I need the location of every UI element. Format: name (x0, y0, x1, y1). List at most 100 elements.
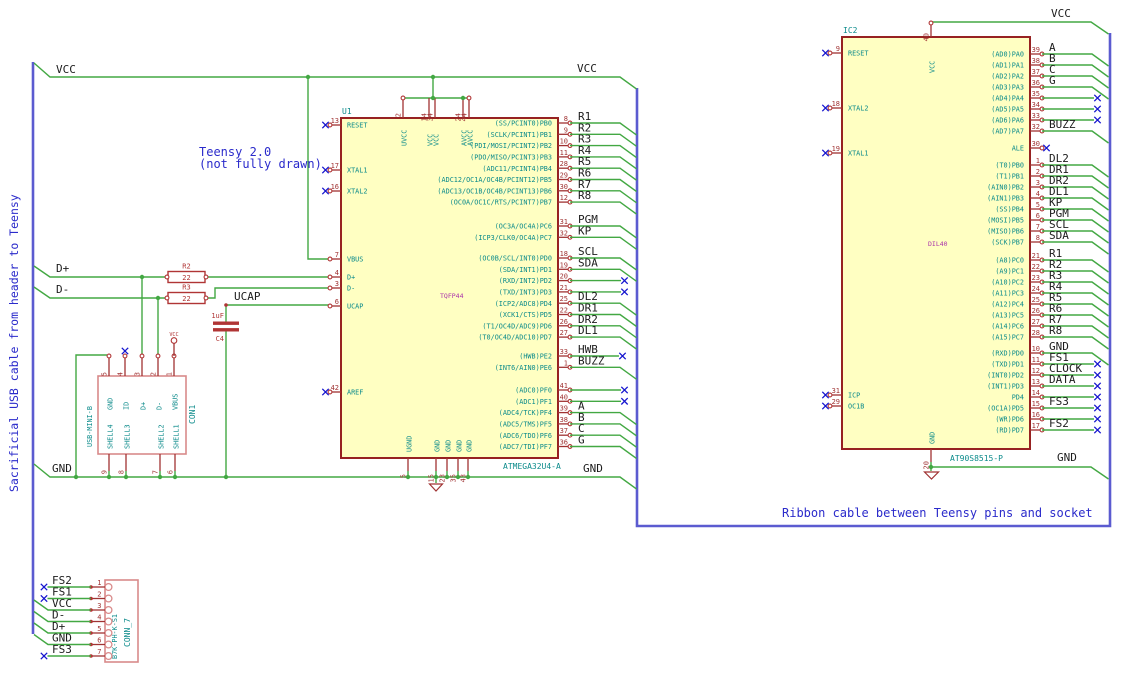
pin-name: (MISO)PB6 (987, 228, 1024, 236)
pin-name: (OC0B/SCL/INT0)PD0 (478, 255, 552, 263)
pin-number: 26 (560, 318, 568, 326)
pin-name: (A12)PC4 (991, 301, 1024, 309)
pin-name: (INT1)PD3 (987, 383, 1024, 391)
pin-number: 19 (560, 261, 568, 269)
pin-number: 7 (152, 470, 160, 474)
pin-number: 44 (461, 113, 469, 121)
pin-name: ALE (1012, 145, 1024, 153)
junction-dot (106, 474, 112, 480)
net-label: BUZZ (578, 354, 605, 367)
pin-number: 17 (1032, 422, 1040, 430)
pin-name: UVCC (401, 130, 409, 146)
pin-socket (104, 594, 113, 603)
pin-socket (104, 582, 113, 592)
pin-name: (OC0A/OC1C/RTS/PCINT7)PB7 (450, 199, 552, 207)
terminal-dot (139, 353, 145, 359)
pin-number: 29 (832, 398, 840, 406)
net-label: SDA (578, 256, 598, 269)
pin-name: SHELL2 (158, 424, 166, 449)
pin-name: (T0)PB0 (995, 162, 1024, 170)
c4-capacitor-plate (213, 328, 239, 332)
junction-dot (172, 474, 178, 480)
net-label: FS3 (52, 643, 72, 656)
pin-name: RESET (848, 50, 868, 58)
terminal-dot (155, 353, 161, 359)
net-label-vcc_right: VCC (577, 62, 597, 75)
pin-number: 9 (836, 45, 840, 53)
pin-name: (XCK1/CTS)PD5 (499, 311, 552, 319)
gnd-symbol (923, 471, 940, 480)
pin-name: XTAL2 (848, 105, 868, 113)
pin-number: 4 (335, 269, 339, 277)
junction-dot (444, 474, 450, 480)
pin-name: (ADC5/TMS)PF5 (499, 421, 552, 429)
pin-name: (INT0)PD2 (987, 372, 1024, 380)
pin-name: SHELL4 (107, 424, 115, 449)
pin-number: 31 (832, 387, 840, 395)
pin-name: AVCC (467, 130, 475, 146)
pin-number: 8 (118, 470, 126, 474)
net-label-vcc_left: VCC (56, 63, 76, 76)
pin-number: 4 (97, 614, 101, 622)
pin-name: VBUS (347, 256, 363, 264)
pin-number: 2 (395, 113, 403, 117)
junction-dot (73, 474, 79, 480)
pin-name: (AD0)PA0 (991, 51, 1024, 59)
net-label-ic2_gnd: GND (1057, 451, 1077, 464)
pin-name: GND (445, 440, 453, 452)
conn7-reference: CONN_7 (123, 618, 132, 647)
net-label: BUZZ (1049, 118, 1076, 131)
pin-number: 33 (1032, 112, 1040, 120)
pin-number: 13 (331, 117, 339, 125)
net-label: FS2 (1049, 417, 1069, 430)
pin-number: 3 (1036, 179, 1040, 187)
pin-name: (HWB)PE2 (519, 353, 552, 361)
pin-number: 14 (1032, 389, 1040, 397)
pin-number: 4 (117, 372, 125, 376)
net-label-ucap: UCAP (234, 290, 261, 303)
pin-number: 23 (1032, 274, 1040, 282)
u1-reference: U1 (342, 107, 352, 116)
pin-name: (RXD)PD0 (991, 350, 1024, 358)
pin-name: (SCLK/PCINT1)PB1 (487, 131, 552, 139)
pin-name: (ICP2/ADC8)PD4 (495, 300, 552, 308)
pin-name: (SS)PB4 (995, 206, 1024, 214)
pin-number: 37 (560, 427, 568, 435)
vcc-power-label: VCC (169, 332, 178, 338)
pin-name: D- (156, 402, 164, 410)
pin-name: (ADC1)PF1 (515, 398, 552, 406)
junction-dot (157, 474, 163, 480)
pin-name: (AD4)PA4 (991, 95, 1024, 103)
pin-name: (PDI/MOSI/PCINT2)PB2 (470, 142, 552, 150)
net-label: DL1 (578, 324, 598, 337)
terminal-dot (1039, 145, 1045, 151)
pin-number: 6 (335, 298, 339, 306)
pin-name: (AIN0)PB2 (987, 184, 1024, 192)
junction-dot (155, 295, 161, 301)
pin-name: (A8)PC0 (995, 257, 1024, 265)
pin-name: GND (456, 440, 464, 452)
resistor-value: 22 (182, 274, 190, 282)
pin-name: (A13)PC5 (991, 312, 1024, 320)
pin-name: VCC (929, 61, 937, 73)
pin-name: GND (434, 440, 442, 452)
con1-reference: CON1 (188, 405, 197, 424)
pin-name: GND (107, 398, 115, 410)
pin-name: OC1B (848, 403, 864, 411)
net-wire (570, 366, 637, 380)
pin-number: 19 (832, 145, 840, 153)
pin-name: (INT6/AIN0)PE6 (495, 364, 552, 372)
pin-number: 3 (134, 372, 142, 376)
pin-number: 39 (560, 405, 568, 413)
c4-capacitor-plate (213, 321, 239, 325)
pin-number: 7 (97, 648, 101, 656)
pin-number: 31 (560, 218, 568, 226)
junction-dot (430, 95, 436, 101)
pin-name: GND (466, 440, 474, 452)
pin-name: D+ (140, 402, 148, 410)
teensy-note-line2: (not fully drawn) (199, 157, 322, 171)
ic2-gnd-wire (930, 462, 1109, 480)
pin-name: ICP (848, 392, 860, 400)
pin-name: (T1)PB1 (995, 173, 1024, 181)
net-label-ic2_vcc: VCC (1051, 7, 1071, 20)
